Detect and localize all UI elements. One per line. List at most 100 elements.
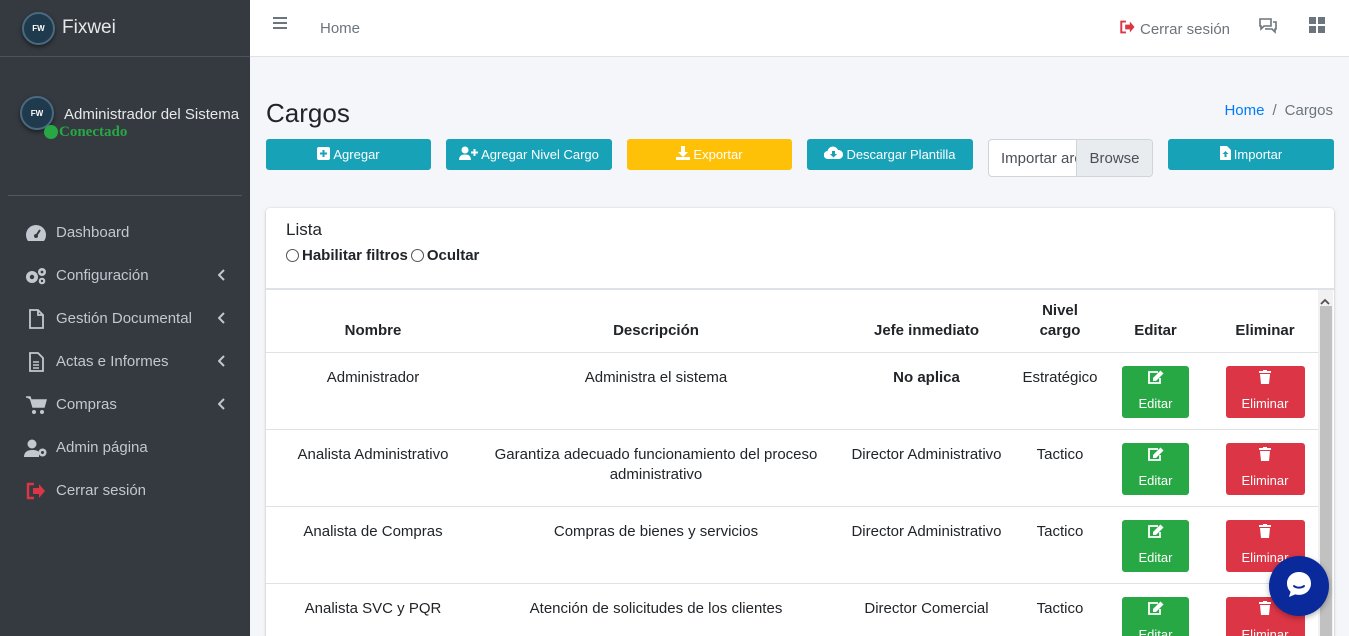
sidebar-item-dashboard[interactable]: Dashboard: [8, 211, 242, 254]
table-row: Analista Administrativo Garantiza adecua…: [266, 429, 1318, 507]
cell-descripcion: Garantiza adecuado funcionamiento del pr…: [480, 429, 832, 507]
cell-editar: Editar: [1099, 352, 1212, 430]
online-dot-icon: [44, 125, 58, 139]
user-status: Conectado: [44, 124, 239, 140]
download-icon: [676, 146, 691, 163]
edit-button[interactable]: Editar: [1122, 596, 1189, 636]
filter-options: Habilitar filtros Ocultar: [286, 247, 479, 264]
file-icon: [24, 308, 48, 329]
cell-nombre: Analista SVC y PQR: [266, 583, 480, 636]
plus-square-icon: [317, 146, 331, 163]
column-header-nivel[interactable]: Nivel cargo: [1021, 290, 1099, 353]
grid-icon[interactable]: [1308, 16, 1326, 38]
column-header-editar: Editar: [1099, 290, 1212, 353]
chat-bubble-icon: [1284, 569, 1314, 603]
brand-logo: FW: [22, 11, 55, 45]
export-button[interactable]: Exportar: [627, 139, 792, 170]
cell-editar: Editar: [1099, 506, 1212, 584]
comments-icon[interactable]: [1258, 16, 1278, 38]
sidebar-item-label: Dashboard: [56, 224, 130, 241]
cell-descripcion: Atención de solicitudes de los clientes: [480, 583, 832, 636]
sign-out-icon: [24, 481, 48, 501]
delete-button[interactable]: Eliminar: [1225, 365, 1305, 418]
import-file-input[interactable]: Importar archivo Browse: [988, 139, 1153, 177]
sidebar-item-gestion-documental[interactable]: Gestión Documental: [8, 297, 242, 340]
sign-out-icon: [1119, 20, 1140, 38]
column-header-eliminar: Eliminar: [1212, 290, 1318, 353]
edit-button-label: Editar: [1138, 626, 1173, 636]
table-header-row: Nombre Descripción Jefe inmediato Nivel …: [266, 290, 1318, 353]
cell-editar: Editar: [1099, 429, 1212, 507]
sidebar-item-label: Admin página: [56, 439, 148, 456]
enable-filters-label[interactable]: Habilitar filtros: [302, 247, 408, 264]
sidebar-item-configuracion[interactable]: Configuración: [8, 254, 242, 297]
delete-button-label: Eliminar: [1241, 395, 1289, 411]
export-button-label: Exportar: [693, 147, 743, 162]
brand-link[interactable]: FW Fixwei: [0, 0, 250, 57]
trash-icon: [1259, 523, 1271, 548]
sidebar-item-actas-informes[interactable]: Actas e Informes: [8, 340, 242, 383]
top-logout-label: Cerrar sesión: [1140, 20, 1231, 38]
top-home-link[interactable]: Home: [320, 20, 360, 37]
page-title: Cargos: [266, 98, 350, 128]
file-text-icon: [24, 351, 48, 372]
top-logout-link[interactable]: Cerrar sesión: [1119, 20, 1230, 38]
download-template-button-label: Descargar Plantilla: [846, 147, 956, 162]
cell-jefe: Director Comercial: [832, 583, 1021, 636]
delete-button[interactable]: Eliminar: [1225, 442, 1305, 495]
column-header-jefe[interactable]: Jefe inmediato: [832, 290, 1021, 353]
add-level-button[interactable]: Agregar Nivel Cargo: [446, 139, 612, 170]
edit-button[interactable]: Editar: [1122, 365, 1189, 418]
add-level-button-label: Agregar Nivel Cargo: [481, 147, 599, 162]
download-template-button[interactable]: Descargar Plantilla: [807, 139, 973, 170]
browse-button[interactable]: Browse: [1076, 140, 1152, 176]
cell-nivel: Estratégico: [1021, 352, 1099, 430]
sidebar-item-compras[interactable]: Compras: [8, 383, 242, 426]
top-navbar: Home Cerrar sesión: [250, 0, 1349, 57]
import-button[interactable]: Importar: [1168, 139, 1334, 170]
sidebar-item-label: Actas e Informes: [56, 353, 169, 370]
cell-nombre: Analista Administrativo: [266, 429, 480, 507]
column-header-descripcion[interactable]: Descripción: [480, 290, 832, 353]
hide-filters-radio[interactable]: [410, 249, 424, 262]
chevron-left-icon: [217, 397, 226, 414]
cargos-table: Nombre Descripción Jefe inmediato Nivel …: [266, 290, 1318, 636]
edit-button-label: Editar: [1138, 395, 1173, 411]
breadcrumb-home[interactable]: Home: [1224, 102, 1264, 119]
cell-nombre: Analista de Compras: [266, 506, 480, 584]
sidebar-item-label: Cerrar sesión: [56, 482, 147, 499]
table-row: Administrador Administra el sistema No a…: [266, 352, 1318, 430]
column-header-nombre[interactable]: Nombre: [266, 290, 480, 353]
delete-button-label: Eliminar: [1241, 626, 1289, 636]
chat-widget-button[interactable]: [1269, 556, 1329, 616]
sidebar-item-admin-pagina[interactable]: Admin página: [8, 426, 242, 469]
delete-button-label: Eliminar: [1241, 472, 1289, 488]
user-name[interactable]: Administrador del Sistema: [64, 106, 239, 124]
cell-eliminar: Eliminar: [1212, 429, 1318, 507]
hide-filters-label[interactable]: Ocultar: [427, 247, 480, 264]
cell-nivel: Tactico: [1021, 429, 1099, 507]
add-button-label: Agregar: [333, 147, 380, 162]
cloud-download-icon: [824, 146, 844, 163]
list-card: Lista Habilitar filtros Ocultar Nombre D…: [266, 208, 1334, 636]
sidebar-nav: Dashboard Configuración Gestión Document…: [8, 211, 242, 512]
user-panel: FW Administrador del Sistema Conectado: [20, 96, 242, 140]
breadcrumb-separator: /: [1272, 102, 1277, 119]
chevron-left-icon: [217, 354, 226, 371]
cell-nombre: Administrador: [266, 352, 480, 430]
edit-button[interactable]: Editar: [1122, 519, 1189, 572]
breadcrumb-current: Cargos: [1284, 102, 1333, 119]
edit-icon: [1147, 601, 1164, 625]
user-status-label: Conectado: [59, 124, 128, 140]
add-button[interactable]: Agregar: [266, 139, 431, 170]
edit-button-label: Editar: [1138, 549, 1173, 565]
brand-name: Fixwei: [62, 17, 116, 38]
enable-filters-radio[interactable]: [286, 249, 299, 262]
hamburger-menu-icon[interactable]: [272, 16, 288, 34]
cell-eliminar: Eliminar: [1212, 352, 1318, 430]
breadcrumb: Home / Cargos: [1224, 102, 1333, 119]
sidebar-item-cerrar-sesion[interactable]: Cerrar sesión: [8, 469, 242, 512]
edit-button[interactable]: Editar: [1122, 442, 1189, 495]
sidebar-item-label: Compras: [56, 396, 117, 413]
cell-nivel: Tactico: [1021, 506, 1099, 584]
